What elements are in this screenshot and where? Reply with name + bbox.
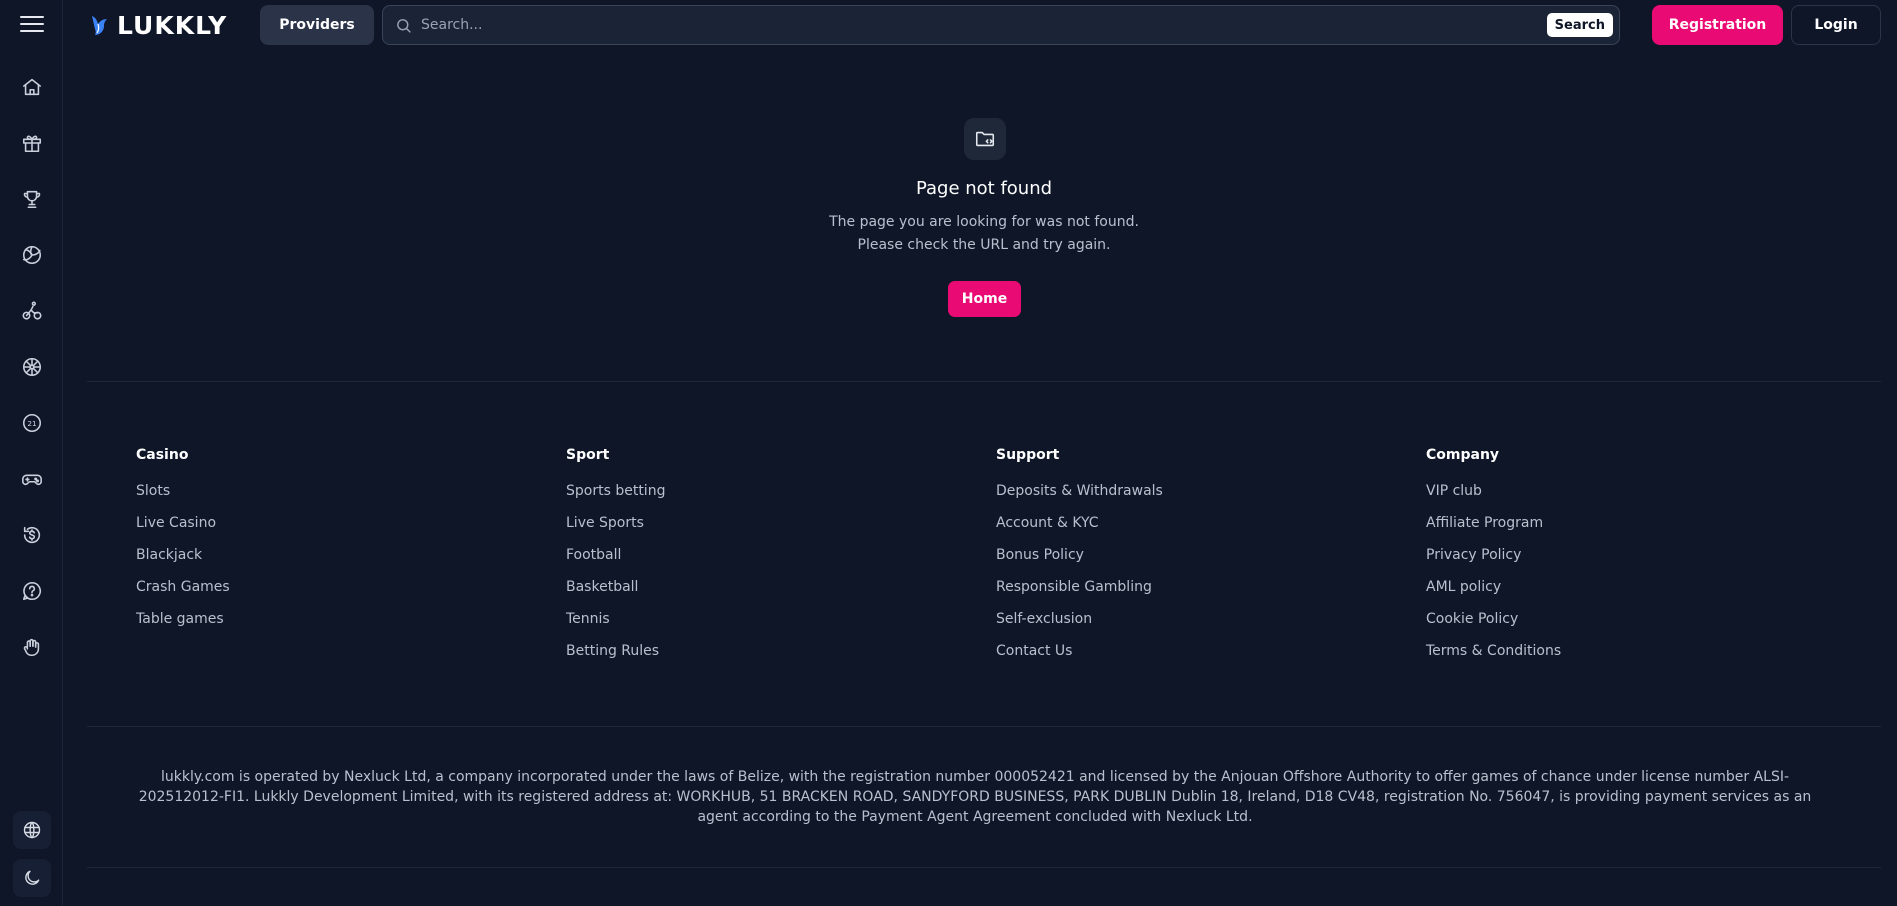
divider xyxy=(87,867,1881,868)
footer-link[interactable]: Account & KYC xyxy=(996,514,1376,546)
blackjack-21-icon[interactable]: 21 xyxy=(17,408,47,438)
footer-link[interactable]: VIP club xyxy=(1426,482,1806,514)
footer-link[interactable]: Live Sports xyxy=(566,514,946,546)
divider xyxy=(87,726,1881,727)
footer-column-support: Support Deposits & Withdrawals Account &… xyxy=(996,447,1376,674)
footer-link[interactable]: Responsible Gambling xyxy=(996,578,1376,610)
footer-column-sport: Sport Sports betting Live Sports Footbal… xyxy=(566,447,946,674)
footer-link[interactable]: Football xyxy=(566,546,946,578)
footer-link[interactable]: Cookie Policy xyxy=(1426,610,1806,642)
footer-link[interactable]: Basketball xyxy=(566,578,946,610)
sidebar: 21 xyxy=(0,0,63,906)
footer-link[interactable]: Deposits & Withdrawals xyxy=(996,482,1376,514)
footer-link[interactable]: Contact Us xyxy=(996,642,1376,674)
footer-link[interactable]: Terms & Conditions xyxy=(1426,642,1806,674)
footer-link[interactable]: Table games xyxy=(136,610,516,642)
search-bar: Search xyxy=(382,5,1620,45)
footer-link[interactable]: Blackjack xyxy=(136,546,516,578)
bird-logo-icon xyxy=(92,16,107,35)
footer-column-title: Support xyxy=(996,447,1060,463)
divider xyxy=(87,381,1881,382)
page-title: Page not found xyxy=(915,178,1053,199)
footer-link[interactable]: Affiliate Program xyxy=(1426,514,1806,546)
svg-text:21: 21 xyxy=(27,419,36,428)
trophy-icon[interactable] xyxy=(17,184,47,214)
footer-link[interactable]: Tennis xyxy=(566,610,946,642)
logo-text: LUKKLY xyxy=(117,10,228,40)
footer-column-title: Company xyxy=(1426,447,1500,463)
search-button[interactable]: Search xyxy=(1546,13,1613,37)
folder-code-icon xyxy=(964,118,1006,160)
providers-button[interactable]: Providers xyxy=(260,5,374,45)
search-input[interactable] xyxy=(421,6,1521,44)
gamepad-icon[interactable] xyxy=(17,464,47,494)
wheel-icon[interactable] xyxy=(17,352,47,382)
menu-icon[interactable] xyxy=(20,16,44,34)
footer-column-title: Casino xyxy=(136,447,189,463)
volleyball-icon[interactable] xyxy=(17,240,47,270)
home-button[interactable]: Home xyxy=(948,281,1021,317)
cycling-icon[interactable] xyxy=(17,296,47,326)
not-found-description: The page you are looking for was not fou… xyxy=(829,214,1139,253)
moon-icon[interactable] xyxy=(13,859,51,897)
footer-column-company: Company VIP club Affiliate Program Priva… xyxy=(1426,447,1806,674)
registration-button[interactable]: Registration xyxy=(1652,5,1783,45)
home-icon[interactable] xyxy=(17,72,47,102)
footer-column-title: Sport xyxy=(566,447,610,463)
footer-link[interactable]: Self-exclusion xyxy=(996,610,1376,642)
gift-icon[interactable] xyxy=(17,128,47,158)
footer-column-casino: Casino Slots Live Casino Blackjack Crash… xyxy=(136,447,516,642)
search-icon xyxy=(395,17,412,34)
footer-link[interactable]: Bonus Policy xyxy=(996,546,1376,578)
footer-link[interactable]: Betting Rules xyxy=(566,642,946,674)
login-button[interactable]: Login xyxy=(1791,5,1881,45)
help-icon[interactable] xyxy=(17,576,47,606)
footer-link[interactable]: Sports betting xyxy=(566,482,946,514)
legal-text: lukkly.com is operated by Nexluck Ltd, a… xyxy=(138,769,1812,825)
footer-link[interactable]: AML policy xyxy=(1426,578,1806,610)
globe-icon[interactable] xyxy=(13,811,51,849)
footer-link[interactable]: Privacy Policy xyxy=(1426,546,1806,578)
hand-icon[interactable] xyxy=(17,632,47,662)
logo[interactable]: LUKKLY xyxy=(88,9,227,41)
footer-link[interactable]: Live Casino xyxy=(136,514,516,546)
footer-link[interactable]: Slots xyxy=(136,482,516,514)
cashback-icon[interactable] xyxy=(17,520,47,550)
footer-link[interactable]: Crash Games xyxy=(136,578,516,610)
